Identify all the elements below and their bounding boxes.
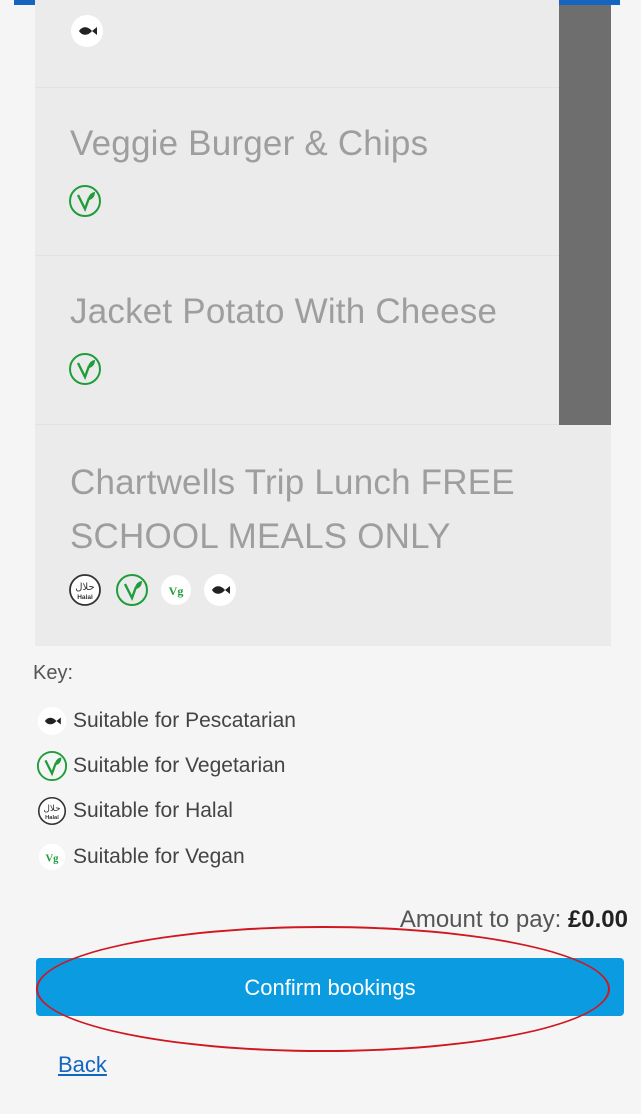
vegan-icon-label: Vg (46, 853, 60, 864)
vegetarian-icon (68, 184, 102, 218)
key-item-label: Suitable for Vegetarian (73, 754, 286, 777)
menu-item-jacket-potato[interactable]: Jacket Potato With Cheese (35, 256, 559, 425)
menu-item-trip-lunch[interactable]: Chartwells Trip Lunch FREE SCHOOL MEALS … (35, 425, 611, 646)
menu-item-name: Veggie Burger & Chips (70, 124, 429, 163)
key-title: Key: (33, 662, 74, 684)
vegetarian-icon (68, 352, 102, 386)
menu-item-veggie-burger[interactable]: Veggie Burger & Chips (35, 88, 559, 256)
fish-icon (35, 706, 69, 736)
key-item-label: Suitable for Vegan (73, 845, 245, 868)
key-item-pescatarian: Suitable for Pescatarian (35, 706, 296, 736)
menu-item-select-bar[interactable] (559, 256, 611, 425)
halal-icon-script: حلال (43, 804, 60, 814)
key-item-vegetarian: Suitable for Vegetarian (35, 750, 286, 782)
vegan-icon: Vg (159, 573, 193, 607)
fish-icon (70, 14, 104, 48)
amount-value: £0.00 (567, 906, 628, 933)
menu-item-name: Jacket Potato With Cheese (70, 292, 498, 331)
halal-icon-script: حلال (75, 582, 94, 593)
halal-icon-label: Halal (45, 815, 59, 821)
vegetarian-icon (35, 750, 69, 782)
vegan-icon: Vg (35, 842, 69, 872)
halal-icon: حلال Halal (35, 796, 69, 826)
back-link[interactable]: Back (58, 1052, 107, 1078)
menu-item-scroll-handle[interactable] (559, 5, 611, 88)
menu-item-select-bar[interactable] (559, 88, 611, 256)
confirm-bookings-button[interactable]: Confirm bookings (36, 958, 624, 1016)
menu-item-name-line1: Chartwells Trip Lunch FREE (70, 463, 515, 502)
halal-icon: حلال Halal (68, 573, 102, 607)
menu-item-pescatarian-partial[interactable] (35, 0, 559, 88)
key-item-label: Suitable for Halal (73, 799, 233, 822)
menu-item-name-line2: SCHOOL MEALS ONLY (70, 517, 451, 556)
amount-label: Amount to pay: (399, 906, 562, 933)
key-item-vegan: Vg Suitable for Vegan (35, 842, 245, 872)
halal-icon-label: Halal (77, 594, 93, 601)
fish-icon (203, 573, 237, 607)
vegan-icon-label: Vg (169, 584, 184, 598)
key-item-label: Suitable for Pescatarian (73, 709, 296, 732)
amount-to-pay: Amount to pay: £0.00 (400, 906, 628, 934)
key-item-halal: حلال Halal Suitable for Halal (35, 796, 233, 826)
vegetarian-icon (115, 573, 149, 607)
